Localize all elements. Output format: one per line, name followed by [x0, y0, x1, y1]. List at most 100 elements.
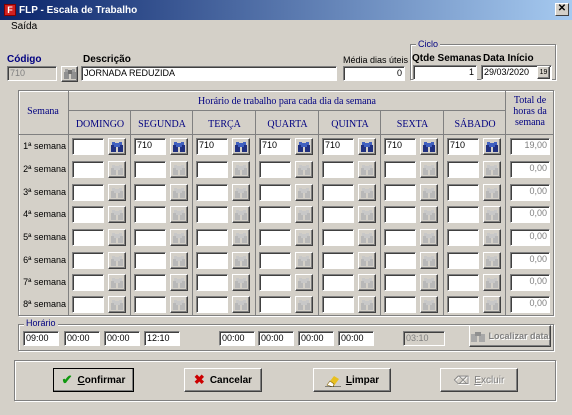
binoculars-icon[interactable] [483, 161, 501, 178]
codigo-field[interactable]: 710 [7, 66, 57, 81]
schedule-code-input[interactable] [134, 274, 166, 291]
binoculars-icon[interactable] [232, 274, 250, 291]
schedule-code-input[interactable]: 710 [259, 138, 291, 155]
schedule-code-input[interactable] [384, 274, 416, 291]
schedule-code-input[interactable]: 710 [447, 138, 479, 155]
binoculars-icon[interactable] [358, 161, 376, 178]
schedule-code-input[interactable] [72, 138, 104, 155]
binoculars-icon[interactable] [108, 161, 126, 178]
binoculars-icon[interactable] [295, 184, 313, 201]
schedule-code-input[interactable] [72, 296, 104, 313]
binoculars-icon[interactable] [108, 252, 126, 269]
binoculars-icon[interactable] [358, 206, 376, 223]
schedule-code-input[interactable] [259, 274, 291, 291]
week-total-field[interactable]: 0,00 [510, 206, 550, 223]
binoculars-icon[interactable] [108, 184, 126, 201]
horario-time-field[interactable]: 00:00 [104, 331, 140, 346]
schedule-code-input[interactable] [384, 184, 416, 201]
binoculars-icon[interactable] [232, 184, 250, 201]
binoculars-icon[interactable] [358, 184, 376, 201]
binoculars-icon[interactable] [420, 252, 438, 269]
binoculars-icon[interactable] [420, 274, 438, 291]
binoculars-icon[interactable] [232, 138, 250, 155]
calendar-icon[interactable]: 19 [537, 66, 550, 79]
binoculars-icon[interactable] [170, 296, 188, 313]
schedule-code-input[interactable] [384, 161, 416, 178]
schedule-code-input[interactable] [447, 296, 479, 313]
schedule-code-input[interactable] [134, 184, 166, 201]
binoculars-icon[interactable] [295, 161, 313, 178]
binoculars-icon[interactable] [170, 206, 188, 223]
schedule-code-input[interactable] [134, 206, 166, 223]
horario-time-field[interactable]: 00:00 [258, 331, 294, 346]
schedule-code-input[interactable] [384, 229, 416, 246]
schedule-code-input[interactable] [322, 206, 354, 223]
limpar-button[interactable]: Limpar [313, 368, 391, 392]
schedule-code-input[interactable] [134, 161, 166, 178]
week-total-field[interactable]: 0,00 [510, 161, 550, 178]
binoculars-icon[interactable] [170, 184, 188, 201]
media-field[interactable]: 0 [343, 66, 405, 81]
binoculars-icon[interactable] [420, 138, 438, 155]
schedule-code-input[interactable]: 710 [196, 138, 228, 155]
binoculars-icon[interactable] [108, 274, 126, 291]
binoculars-icon[interactable] [358, 229, 376, 246]
schedule-code-input[interactable] [196, 296, 228, 313]
binoculars-icon[interactable] [420, 296, 438, 313]
schedule-code-input[interactable] [72, 274, 104, 291]
horario-time-field[interactable]: 12:10 [144, 331, 180, 346]
binoculars-icon[interactable] [420, 184, 438, 201]
schedule-code-input[interactable]: 710 [384, 138, 416, 155]
binoculars-icon[interactable] [170, 229, 188, 246]
schedule-code-input[interactable] [72, 184, 104, 201]
week-total-field[interactable]: 0,00 [510, 274, 550, 291]
binoculars-icon[interactable] [170, 161, 188, 178]
schedule-code-input[interactable] [322, 274, 354, 291]
binoculars-icon[interactable] [483, 138, 501, 155]
schedule-code-input[interactable] [259, 206, 291, 223]
binoculars-icon[interactable] [170, 252, 188, 269]
binoculars-icon[interactable] [358, 252, 376, 269]
binoculars-icon[interactable] [108, 138, 126, 155]
horario-time-field[interactable]: 00:00 [298, 331, 334, 346]
schedule-code-input[interactable] [196, 184, 228, 201]
schedule-code-input[interactable]: 710 [134, 138, 166, 155]
binoculars-icon[interactable] [358, 296, 376, 313]
cancelar-button[interactable]: ✖ Cancelar [184, 368, 262, 392]
schedule-code-input[interactable] [447, 206, 479, 223]
binoculars-icon[interactable] [295, 206, 313, 223]
binoculars-icon[interactable] [358, 274, 376, 291]
binoculars-icon[interactable] [108, 296, 126, 313]
excluir-button[interactable]: ⌫ Excluir [440, 368, 518, 392]
schedule-code-input[interactable] [259, 161, 291, 178]
schedule-code-input[interactable] [322, 184, 354, 201]
schedule-code-input[interactable] [134, 252, 166, 269]
schedule-code-input[interactable] [322, 229, 354, 246]
horario-total-field[interactable]: 03:10 [403, 331, 445, 346]
localizar-data-button[interactable]: Localizar data [469, 325, 551, 347]
binoculars-icon[interactable] [232, 206, 250, 223]
binoculars-icon[interactable] [108, 206, 126, 223]
binoculars-icon[interactable] [295, 229, 313, 246]
schedule-code-input[interactable]: 710 [322, 138, 354, 155]
binoculars-icon[interactable] [170, 274, 188, 291]
binoculars-icon[interactable] [483, 252, 501, 269]
schedule-code-input[interactable] [259, 229, 291, 246]
codigo-search-button[interactable] [61, 66, 78, 82]
binoculars-icon[interactable] [420, 206, 438, 223]
schedule-code-input[interactable] [196, 206, 228, 223]
binoculars-icon[interactable] [483, 274, 501, 291]
binoculars-icon[interactable] [295, 252, 313, 269]
schedule-code-input[interactable] [72, 252, 104, 269]
schedule-code-input[interactable] [72, 161, 104, 178]
schedule-code-input[interactable] [72, 206, 104, 223]
schedule-code-input[interactable] [447, 161, 479, 178]
schedule-code-input[interactable] [322, 252, 354, 269]
schedule-code-input[interactable] [134, 229, 166, 246]
binoculars-icon[interactable] [295, 274, 313, 291]
schedule-code-input[interactable] [196, 161, 228, 178]
schedule-code-input[interactable] [447, 184, 479, 201]
binoculars-icon[interactable] [232, 229, 250, 246]
confirmar-button[interactable]: ✔ Confirmar [53, 368, 134, 392]
binoculars-icon[interactable] [483, 229, 501, 246]
